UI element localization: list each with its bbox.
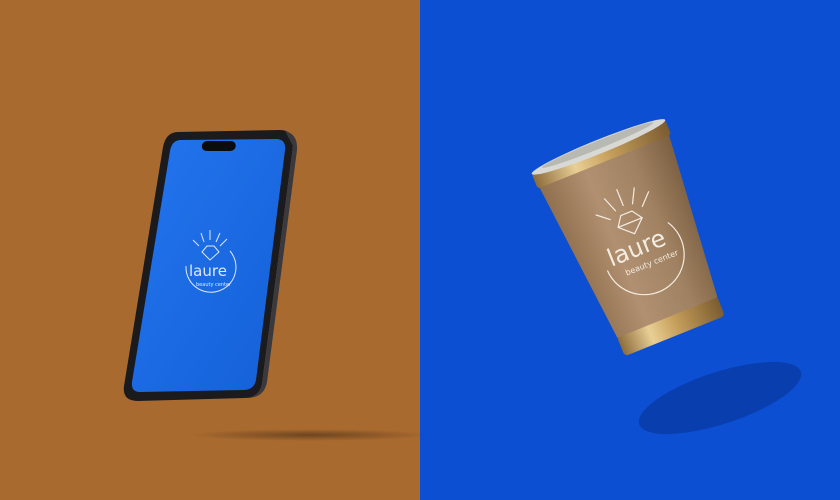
phone-shadow xyxy=(190,429,430,441)
phone-dynamic-island xyxy=(201,141,236,151)
phone-logo-tagline: beauty center xyxy=(196,282,232,288)
mockup-scene: laure beauty center laure beauty center xyxy=(123,119,802,441)
phone-mockup: laure beauty center xyxy=(123,130,298,401)
tumbler-shadow xyxy=(638,361,802,435)
phone-logo-wordmark: laure xyxy=(189,262,227,280)
tumbler-mockup: laure beauty center xyxy=(531,119,724,356)
